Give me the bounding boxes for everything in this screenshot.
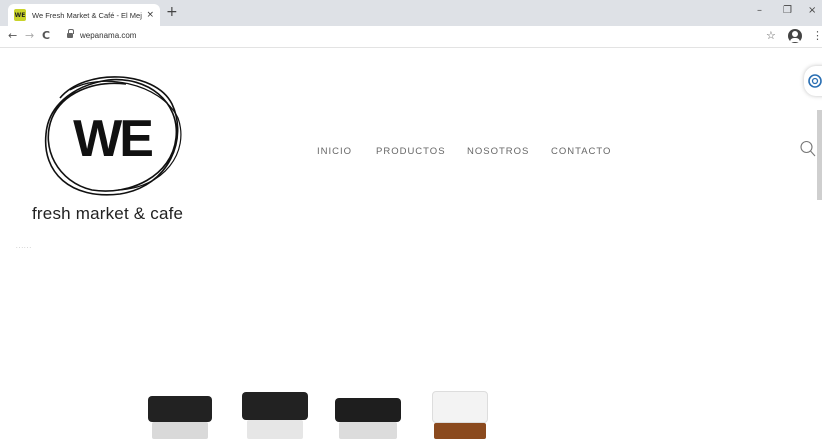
search-icon[interactable] (800, 140, 816, 160)
chat-icon (808, 74, 822, 88)
product-jar-4[interactable] (432, 391, 488, 439)
site-favicon-icon: WE (14, 9, 26, 21)
chat-widget-button[interactable] (804, 66, 822, 96)
logo-we-text: WE (73, 110, 152, 168)
browser-tabstrip: WE We Fresh Market & Café - El Mej × + –… (0, 0, 822, 26)
nav-productos[interactable]: PRODUCTOS (376, 146, 446, 157)
site-logo[interactable]: WE (30, 68, 190, 198)
back-button[interactable]: ← (8, 29, 17, 42)
page-content: WE fresh market & cafe INICIO PRODUCTOS … (0, 48, 822, 439)
browser-tab[interactable]: WE We Fresh Market & Café - El Mej × (8, 4, 160, 26)
minimize-button[interactable]: – (757, 5, 762, 16)
product-jar-3[interactable] (335, 398, 401, 439)
browser-toolbar: ← → C wepanama.com ☆ ⋮ (0, 26, 822, 48)
tab-title: We Fresh Market & Café - El Mej (32, 10, 142, 20)
forward-button[interactable]: → (25, 29, 34, 42)
decorative-dots: ...... (16, 244, 33, 250)
logo-tagline: fresh market & cafe (32, 204, 184, 223)
nav-contacto[interactable]: CONTACTO (551, 146, 611, 157)
new-tab-button[interactable]: + (166, 4, 178, 20)
page-scrollbar[interactable] (817, 110, 822, 200)
restore-button[interactable]: ❐ (783, 5, 792, 16)
close-window-button[interactable]: × (808, 5, 816, 16)
lock-icon[interactable] (67, 29, 74, 40)
reload-button[interactable]: C (42, 29, 50, 42)
nav-inicio[interactable]: INICIO (317, 146, 352, 157)
favicon-text: WE (14, 11, 26, 19)
product-jar-1[interactable] (148, 396, 212, 439)
address-bar[interactable]: wepanama.com (80, 31, 136, 40)
profile-avatar-icon[interactable] (788, 29, 802, 43)
tab-close-icon[interactable]: × (146, 10, 154, 20)
nav-nosotros[interactable]: NOSOTROS (467, 146, 529, 157)
product-jar-2[interactable] (242, 392, 308, 439)
browser-menu-icon[interactable]: ⋮ (812, 29, 822, 42)
bookmark-star-icon[interactable]: ☆ (766, 29, 776, 42)
